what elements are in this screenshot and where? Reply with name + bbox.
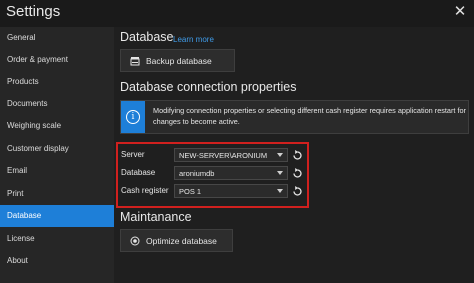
sidebar-item-weighing-scale[interactable]: Weighing scale <box>0 115 114 137</box>
sidebar-item-order-payment[interactable]: Order & payment <box>0 49 114 71</box>
maintenance-heading: Maintanance <box>120 210 192 224</box>
info-icon-box: i <box>121 101 145 133</box>
server-label: Server <box>121 150 145 159</box>
chevron-down-icon <box>277 171 283 175</box>
server-value: NEW-SERVER\ARONIUM <box>179 151 268 160</box>
database-heading: Database <box>120 30 174 44</box>
close-icon[interactable]: ✕ <box>450 2 470 22</box>
sidebar-item-about[interactable]: About <box>0 250 114 272</box>
optimize-database-button[interactable]: Optimize database <box>120 229 233 252</box>
info-icon: i <box>126 110 140 124</box>
backup-database-button[interactable]: Backup database <box>120 49 235 72</box>
chevron-down-icon <box>277 153 283 157</box>
sidebar-item-customer-display[interactable]: Customer display <box>0 138 114 160</box>
chevron-down-icon <box>277 189 283 193</box>
learn-more-link[interactable]: Learn more <box>173 35 214 44</box>
info-text: Modifying connection properties or selec… <box>153 106 466 126</box>
sidebar-item-email[interactable]: Email <box>0 160 114 182</box>
sidebar-item-documents[interactable]: Documents <box>0 93 114 115</box>
sidebar-item-license[interactable]: License <box>0 228 114 250</box>
database-refresh-icon[interactable] <box>291 167 304 180</box>
cash-register-value: POS 1 <box>179 187 202 196</box>
optimize-database-label: Optimize database <box>146 236 217 246</box>
window-title: Settings <box>6 3 61 20</box>
sidebar-item-database[interactable]: Database <box>0 205 114 227</box>
cash-register-refresh-icon[interactable] <box>291 185 304 198</box>
database-label: Database <box>121 168 156 177</box>
database-value: aroniumdb <box>179 169 215 178</box>
backup-database-label: Backup database <box>146 56 212 66</box>
database-icon <box>130 57 140 66</box>
sidebar-item-print[interactable]: Print <box>0 183 114 205</box>
cash-register-select[interactable]: POS 1 <box>174 184 288 198</box>
database-select[interactable]: aroniumdb <box>174 166 288 180</box>
title-bar: Settings ✕ <box>0 0 474 27</box>
sidebar-item-products[interactable]: Products <box>0 71 114 93</box>
sidebar: General Order & payment Products Documen… <box>0 27 114 283</box>
info-banner: i Modifying connection properties or sel… <box>120 100 469 134</box>
server-refresh-icon[interactable] <box>291 149 304 162</box>
cash-register-label: Cash register <box>121 186 169 195</box>
server-select[interactable]: NEW-SERVER\ARONIUM <box>174 148 288 162</box>
connection-heading: Database connection properties <box>120 80 297 94</box>
optimize-icon <box>130 236 140 246</box>
sidebar-item-general[interactable]: General <box>0 27 114 49</box>
